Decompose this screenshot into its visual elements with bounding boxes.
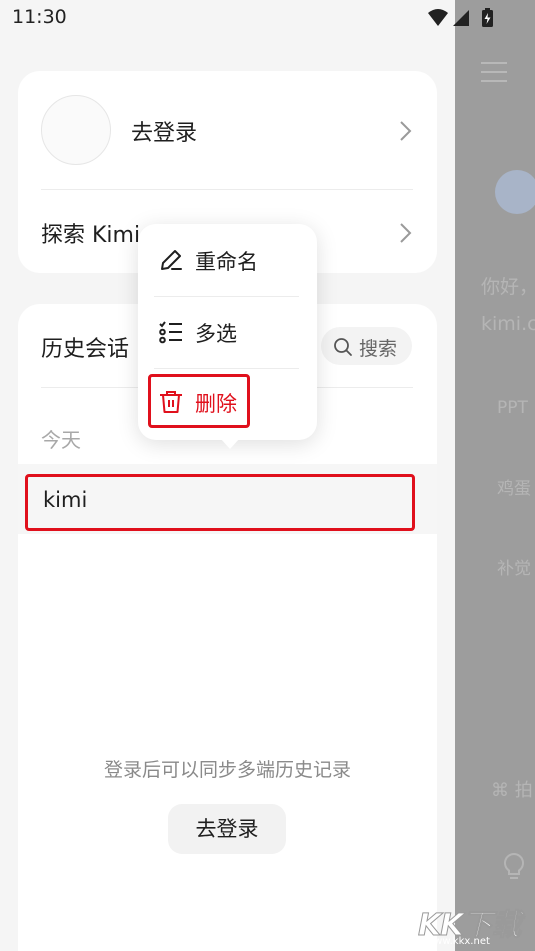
popup-arrow: [220, 438, 240, 449]
context-menu: 重命名 多选 删除: [138, 224, 317, 440]
divider: [154, 296, 299, 297]
explore-kimi-label: 探索 Kimi: [41, 223, 141, 248]
battery-icon: [482, 8, 493, 27]
history-title: 历史会话: [41, 337, 130, 362]
checklist-icon: [159, 321, 182, 344]
suggestion-3: 补觉: [497, 559, 531, 579]
status-time: 11:30: [12, 6, 67, 28]
divider: [154, 368, 299, 369]
camera-action: ⌘ 拍: [491, 780, 533, 801]
menu-item-multiselect[interactable]: 多选: [138, 302, 317, 362]
search-label: 搜索: [359, 338, 398, 360]
chevron-right-icon: [400, 121, 412, 141]
wifi-icon: [428, 9, 448, 26]
greeting-text: 你好，: [481, 276, 535, 298]
suggestion-1: PPT: [497, 398, 528, 418]
menu-item-rename[interactable]: 重命名: [138, 230, 317, 290]
avatar[interactable]: [41, 95, 111, 165]
kimi-avatar: [495, 170, 535, 214]
search-icon: [334, 338, 352, 356]
pencil-icon: [161, 250, 182, 270]
signal-icon: [453, 10, 469, 26]
sync-hint: 登录后可以同步多端历史记录: [103, 759, 351, 781]
history-search-button[interactable]: 搜索: [321, 327, 412, 365]
delete-highlight-box: [148, 374, 250, 428]
group-label-today: 今天: [41, 428, 81, 452]
background-chat-overlay[interactable]: 你好， kimi.c PPT 鸡蛋 补觉 ⌘ 拍: [455, 0, 535, 951]
greeting-text-2: kimi.c: [481, 313, 535, 335]
login-button[interactable]: 去登录: [168, 804, 286, 854]
profile-row[interactable]: 去登录: [18, 71, 437, 189]
menu-item-label: 重命名: [195, 250, 258, 274]
scan-icon: ⌘: [491, 780, 509, 801]
login-link[interactable]: 去登录: [131, 115, 197, 147]
watermark-logo: KK下载 www.kkx.net: [418, 900, 535, 951]
chevron-right-icon: [400, 223, 412, 243]
watermark-url: www.kkx.net: [426, 936, 490, 947]
suggestion-2: 鸡蛋: [497, 479, 531, 499]
lightbulb-icon: [503, 852, 525, 879]
history-item-title: kimi: [43, 488, 88, 512]
status-icons: [428, 8, 493, 27]
menu-item-label: 多选: [195, 322, 237, 346]
history-item[interactable]: kimi: [25, 474, 415, 531]
menu-icon: [481, 62, 507, 89]
